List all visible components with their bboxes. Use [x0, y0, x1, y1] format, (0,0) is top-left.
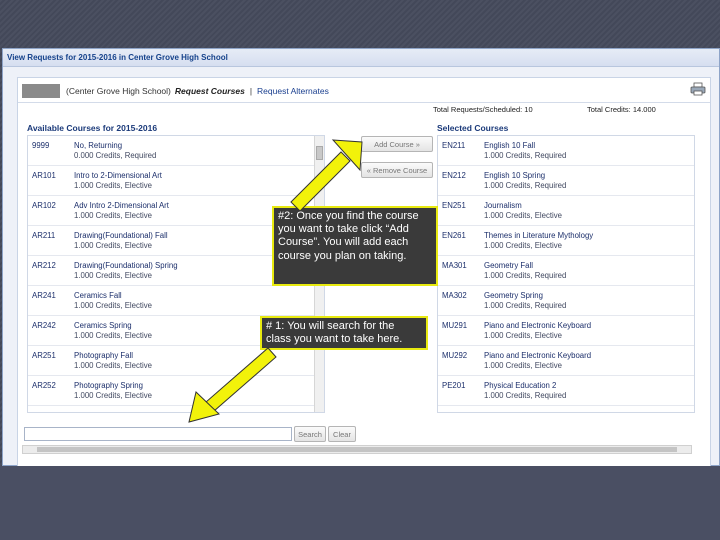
arrow-to-search-icon: [188, 347, 277, 423]
arrow-to-add-course-icon: [290, 139, 363, 212]
callout-arrows: [188, 139, 363, 423]
